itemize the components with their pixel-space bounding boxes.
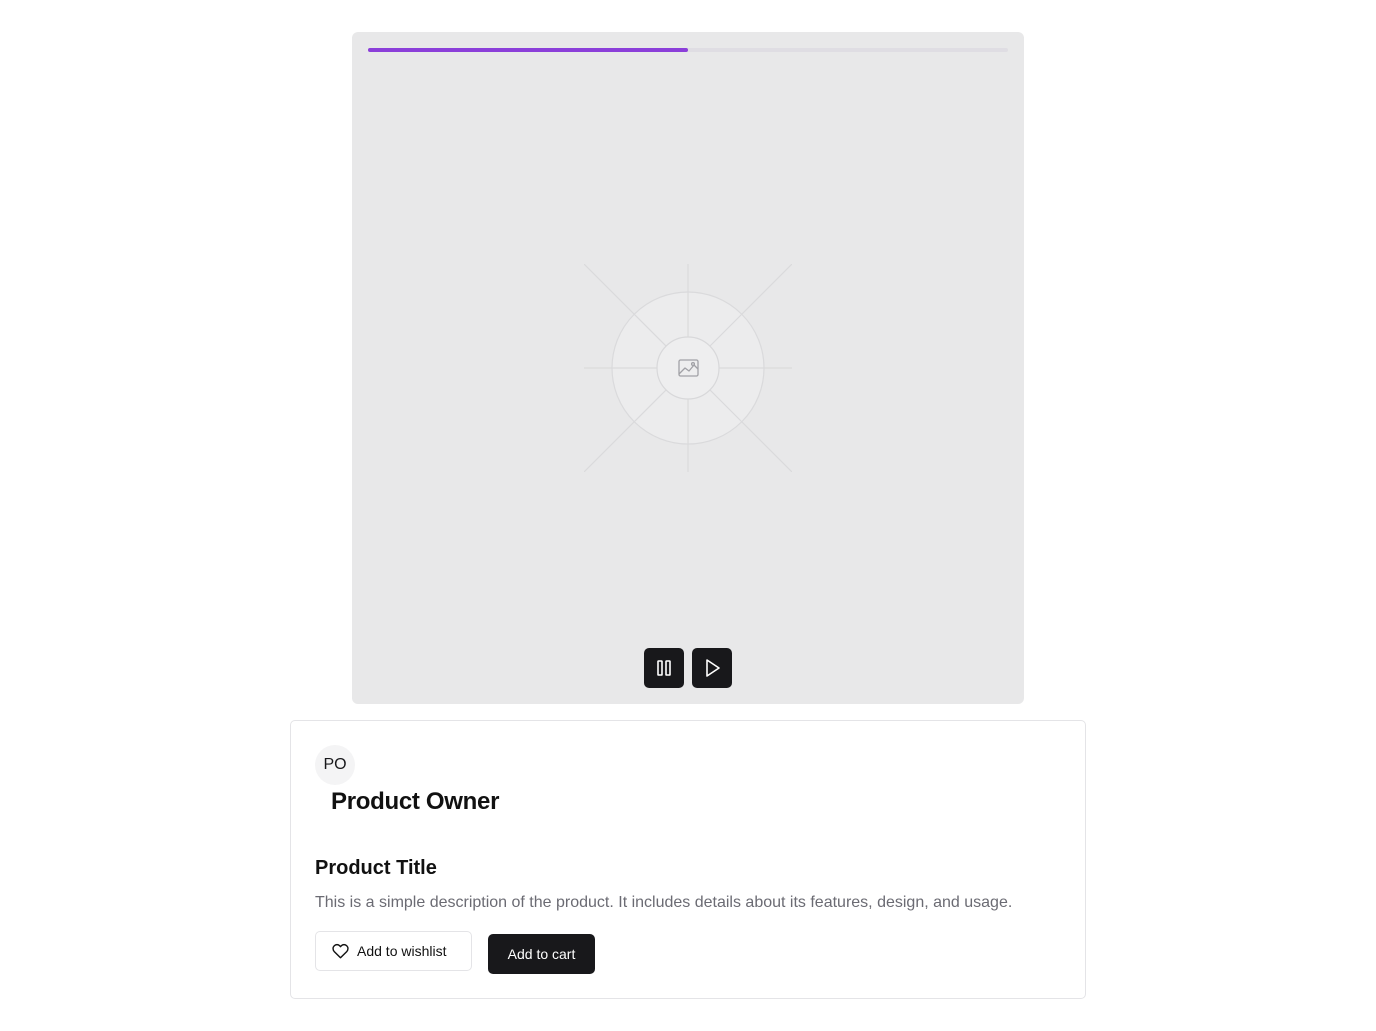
media-viewer[interactable] <box>352 32 1024 704</box>
page: PO Product Owner Product Title This is a… <box>0 0 1376 1031</box>
play-icon <box>706 659 720 677</box>
pause-icon <box>657 660 671 676</box>
product-title: Product Title <box>315 857 437 879</box>
add-to-wishlist-button[interactable]: Add to wishlist <box>315 931 472 971</box>
product-card: PO Product Owner Product Title This is a… <box>290 720 1086 999</box>
wishlist-label: Add to wishlist <box>357 943 447 959</box>
product-description: This is a simple description of the prod… <box>315 894 1013 911</box>
avatar: PO <box>315 745 355 785</box>
image-placeholder-icon <box>584 264 792 472</box>
add-to-cart-button[interactable]: Add to cart <box>488 934 595 974</box>
playback-controls <box>352 648 1024 688</box>
progress-bar <box>368 48 1008 52</box>
progress-bar-fill <box>368 48 688 52</box>
play-button[interactable] <box>692 648 732 688</box>
heart-icon <box>332 943 349 959</box>
owner-name: Product Owner <box>331 788 500 815</box>
pause-button[interactable] <box>644 648 684 688</box>
